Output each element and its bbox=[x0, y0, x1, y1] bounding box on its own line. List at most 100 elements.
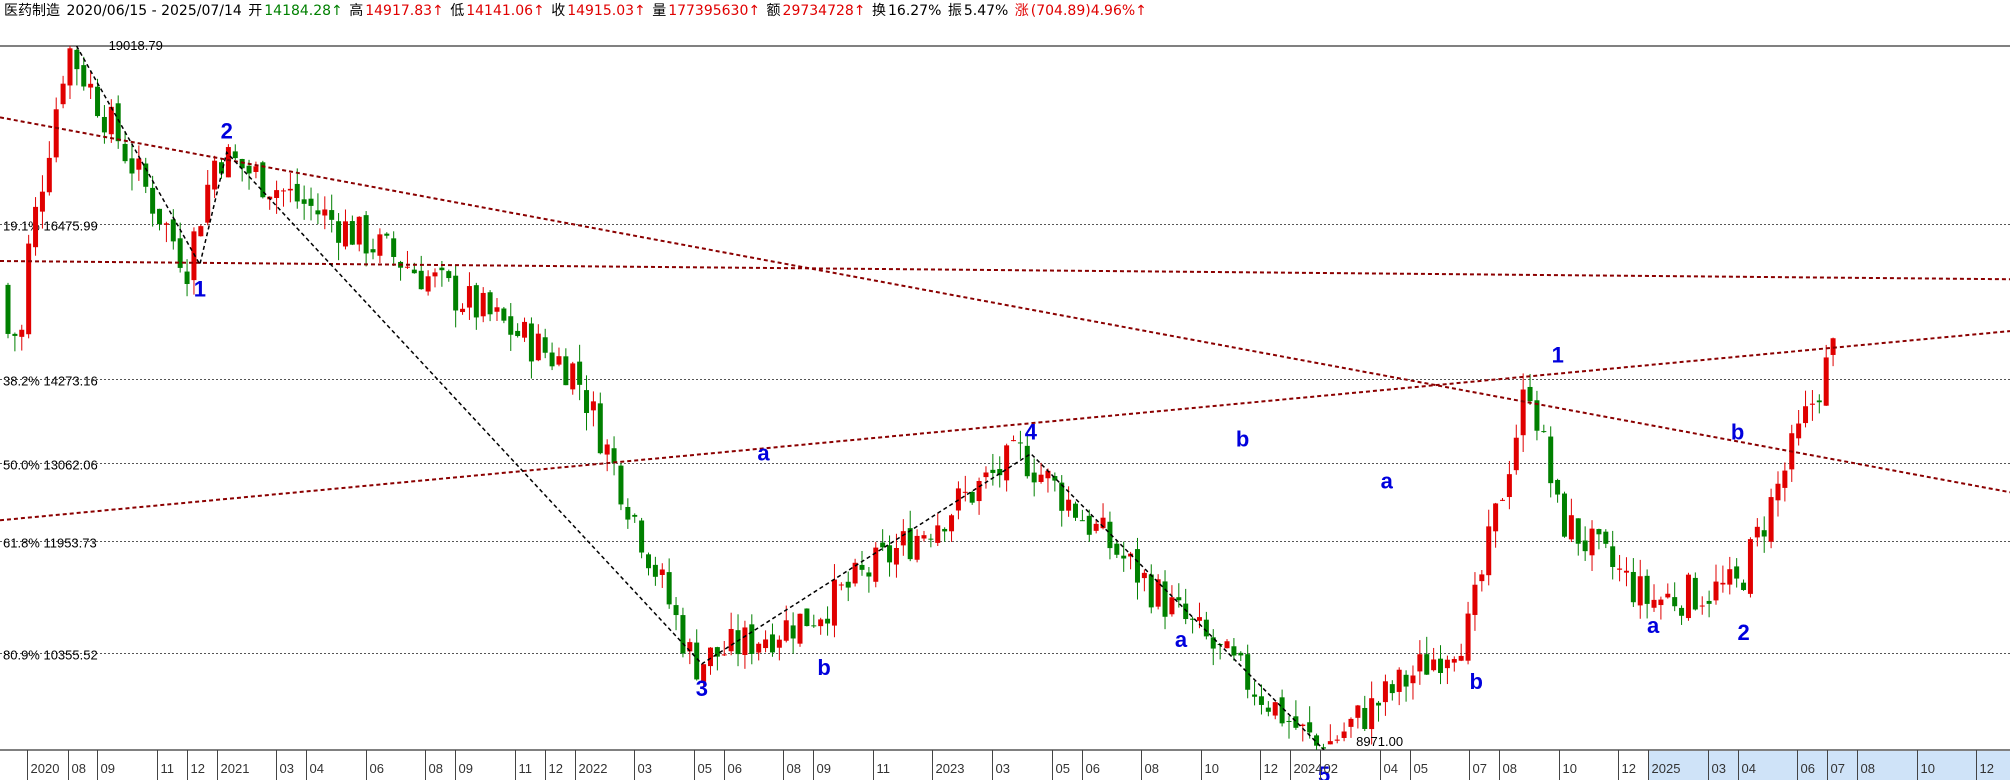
candle-body bbox=[150, 187, 156, 214]
candle-body bbox=[232, 151, 238, 159]
candle-body bbox=[1623, 570, 1629, 573]
candle-body bbox=[632, 514, 638, 517]
candle-body bbox=[418, 270, 424, 290]
candle-body bbox=[446, 271, 452, 279]
x-tick-label: 08 bbox=[429, 761, 443, 776]
candle-body bbox=[1073, 503, 1079, 518]
candle-body bbox=[1561, 493, 1567, 537]
x-tick-label: 12 bbox=[1622, 761, 1636, 776]
candle-body bbox=[39, 191, 45, 212]
x-tick-label: 05 bbox=[698, 761, 712, 776]
candle-body bbox=[1341, 731, 1347, 738]
candle-body bbox=[1823, 357, 1829, 406]
candle-body bbox=[425, 276, 431, 292]
x-tick-label: 08 bbox=[787, 761, 801, 776]
candle-body bbox=[1727, 569, 1733, 585]
candle-body bbox=[584, 390, 590, 414]
candle-body bbox=[1327, 741, 1333, 745]
candle-body bbox=[205, 184, 211, 223]
candle-body bbox=[122, 143, 128, 162]
candle-body bbox=[1720, 582, 1726, 585]
candle-body bbox=[990, 469, 996, 473]
candle-body bbox=[322, 209, 328, 216]
candle-body bbox=[81, 65, 87, 87]
x-tick-label: 06 bbox=[370, 761, 384, 776]
candle-body bbox=[639, 520, 645, 553]
candle-body bbox=[1424, 654, 1430, 675]
candle-body bbox=[1630, 571, 1636, 603]
x-tick-label: 12 bbox=[1980, 761, 1994, 776]
candle-body bbox=[1396, 669, 1402, 692]
fib-level-label: 61.8% 11953.73 bbox=[3, 536, 97, 551]
candle-body bbox=[1038, 474, 1044, 482]
x-tick-label: 07 bbox=[1473, 761, 1487, 776]
wave-label: 2 bbox=[1737, 620, 1749, 645]
candle-body bbox=[1754, 526, 1760, 538]
candle-body bbox=[1196, 617, 1202, 621]
candle-body bbox=[26, 243, 32, 335]
candle-body bbox=[1575, 518, 1581, 544]
candle-body bbox=[1493, 503, 1499, 532]
candle-body bbox=[212, 160, 218, 190]
x-tick-label: 08 bbox=[1503, 761, 1517, 776]
candle-body bbox=[1651, 599, 1657, 608]
candle-body bbox=[1644, 575, 1650, 604]
candle-body bbox=[280, 190, 286, 192]
candle-body bbox=[1245, 654, 1251, 690]
candle-body bbox=[893, 547, 899, 565]
candle-body bbox=[170, 219, 176, 242]
candle-body bbox=[1382, 681, 1388, 703]
candle-body bbox=[1410, 675, 1416, 684]
x-tick-label: 10 bbox=[1921, 761, 1935, 776]
candle-body bbox=[143, 163, 149, 187]
candle-body bbox=[1369, 698, 1375, 730]
candle-body bbox=[887, 545, 893, 563]
x-tick-label: 10 bbox=[1205, 761, 1219, 776]
candle-body bbox=[253, 166, 259, 172]
candle-body bbox=[597, 403, 603, 454]
candle-body bbox=[1782, 470, 1788, 488]
x-tick-label: 10 bbox=[1563, 761, 1577, 776]
candle-body bbox=[1252, 694, 1258, 697]
candle-body bbox=[1617, 568, 1623, 570]
candle-body bbox=[1479, 574, 1485, 582]
x-tick-label: 05 bbox=[1414, 761, 1428, 776]
candle-body bbox=[1685, 574, 1691, 619]
candle-body bbox=[756, 643, 762, 653]
candle-body bbox=[542, 337, 548, 353]
candle-body bbox=[391, 238, 397, 257]
candle-body bbox=[1011, 440, 1017, 442]
candle-body bbox=[1548, 436, 1554, 484]
candle-body bbox=[811, 625, 817, 627]
candle-body bbox=[825, 618, 831, 624]
candle-body bbox=[136, 158, 142, 170]
candle-body bbox=[845, 581, 851, 588]
candle-body bbox=[790, 625, 796, 639]
candle-body bbox=[1596, 529, 1602, 535]
candle-body bbox=[60, 83, 66, 105]
candle-body bbox=[1348, 718, 1354, 727]
candle-body bbox=[1465, 613, 1471, 661]
candle-body bbox=[1114, 543, 1120, 555]
wave-path bbox=[75, 45, 1325, 751]
candle-body bbox=[1568, 515, 1574, 540]
wave-label: a bbox=[1647, 613, 1660, 638]
x-tick-label: 03 bbox=[638, 761, 652, 776]
x-tick-label: 2021 bbox=[221, 761, 250, 776]
candle-body bbox=[1258, 696, 1264, 705]
candle-body bbox=[1417, 654, 1423, 672]
candle-body bbox=[184, 271, 190, 284]
candle-body bbox=[342, 221, 348, 247]
candle-body bbox=[1272, 702, 1278, 716]
candle-body bbox=[1747, 539, 1753, 594]
candle-body bbox=[1141, 572, 1147, 579]
candle-body bbox=[955, 488, 961, 511]
candle-body bbox=[1134, 549, 1140, 583]
candle-body bbox=[308, 198, 314, 206]
candle-body bbox=[983, 472, 989, 478]
candle-body bbox=[1486, 526, 1492, 576]
candle-body bbox=[12, 333, 18, 336]
candle-body bbox=[1334, 739, 1340, 741]
candle-body bbox=[1286, 720, 1292, 722]
fib-level-label: 80.9% 10355.52 bbox=[3, 648, 98, 663]
